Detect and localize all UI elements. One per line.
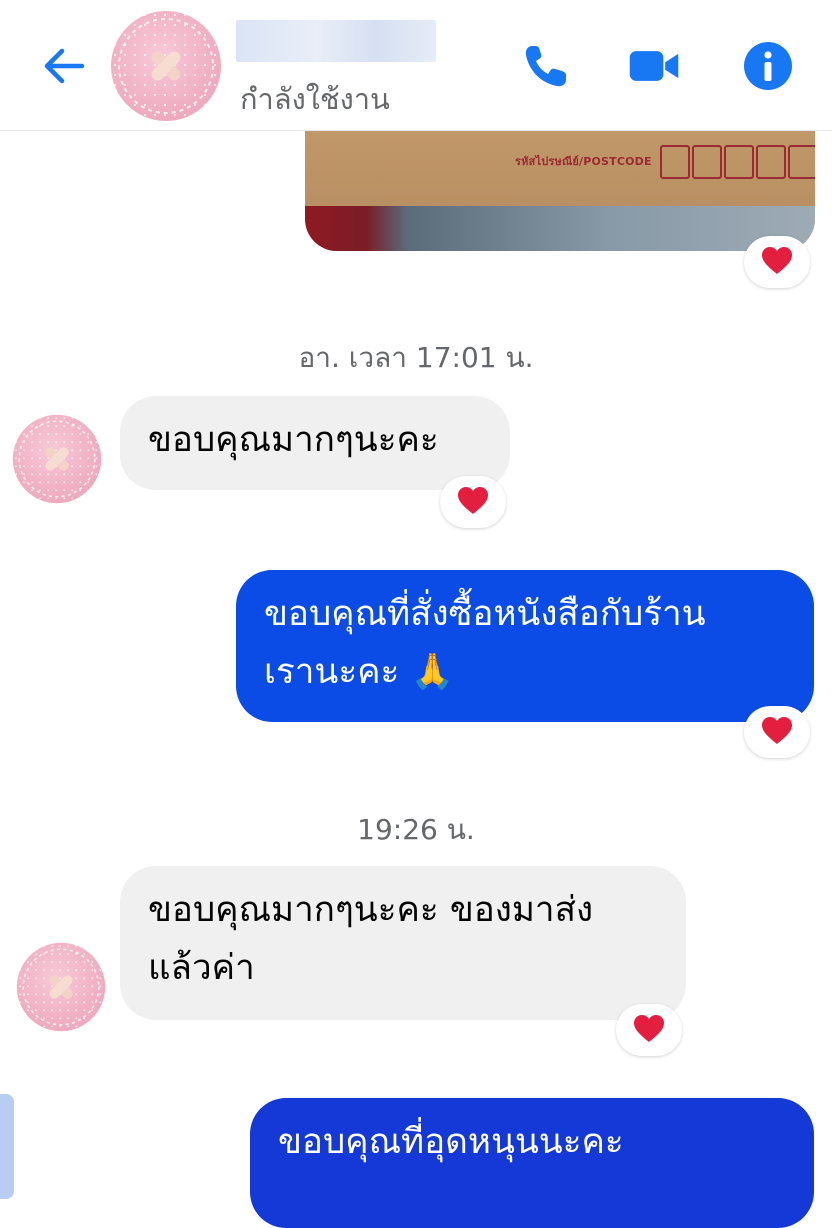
message-text-line: เรานะคะ 🙏 (264, 652, 455, 692)
message-text: ขอบคุณมากๆนะคะ (148, 420, 439, 460)
info-icon[interactable] (740, 38, 796, 94)
active-status: กำลังใช้งาน (240, 82, 390, 116)
heart-reaction[interactable] (616, 1004, 682, 1056)
postcode-box (692, 145, 722, 179)
incoming-message[interactable]: ขอบคุณมากๆนะคะ ของมาส่ง แล้วค่า (120, 866, 686, 1020)
phone-icon[interactable] (518, 38, 574, 94)
chat-header: กำลังใช้งาน (0, 0, 832, 131)
heart-icon (762, 247, 792, 274)
contact-avatar[interactable] (110, 10, 222, 122)
heart-icon (634, 1015, 664, 1042)
outgoing-message[interactable]: ขอบคุณที่สั่งซื้อหนังสือกับร้าน เรานะคะ … (236, 570, 814, 722)
postcode-box (756, 145, 786, 179)
scroll-indicator[interactable] (0, 1094, 14, 1199)
heart-icon (762, 717, 792, 744)
postcode-box (724, 145, 754, 179)
video-camera-icon[interactable] (626, 38, 682, 94)
back-arrow-icon[interactable] (38, 40, 90, 92)
timestamp: 19:26 น. (357, 813, 475, 846)
message-text: ขอบคุณที่อุดหนุนนะคะ (278, 1122, 624, 1162)
contact-avatar[interactable] (16, 942, 106, 1032)
message-text-line: แล้วค่า (148, 948, 255, 988)
contact-avatar[interactable] (12, 414, 102, 504)
heart-icon (458, 487, 488, 514)
heart-reaction[interactable] (744, 706, 810, 758)
message-text-line: ขอบคุณมากๆนะคะ ของมาส่ง (148, 890, 594, 930)
timestamp: อา. เวลา 17:01 น. (298, 341, 534, 374)
contact-name-redacted (236, 20, 436, 62)
heart-reaction[interactable] (744, 236, 810, 288)
postcode-box (660, 145, 690, 179)
message-text-line: ขอบคุณที่สั่งซื้อหนังสือกับร้าน (264, 594, 706, 634)
photo-background-strip (305, 206, 815, 251)
heart-reaction[interactable] (440, 476, 506, 528)
postcode-label: รหัสไปรษณีย์/POSTCODE (515, 155, 652, 168)
incoming-message[interactable]: ขอบคุณมากๆนะคะ (120, 396, 510, 490)
postcode-box (788, 145, 815, 179)
outgoing-message[interactable]: ขอบคุณที่อุดหนุนนะคะ (250, 1098, 814, 1228)
